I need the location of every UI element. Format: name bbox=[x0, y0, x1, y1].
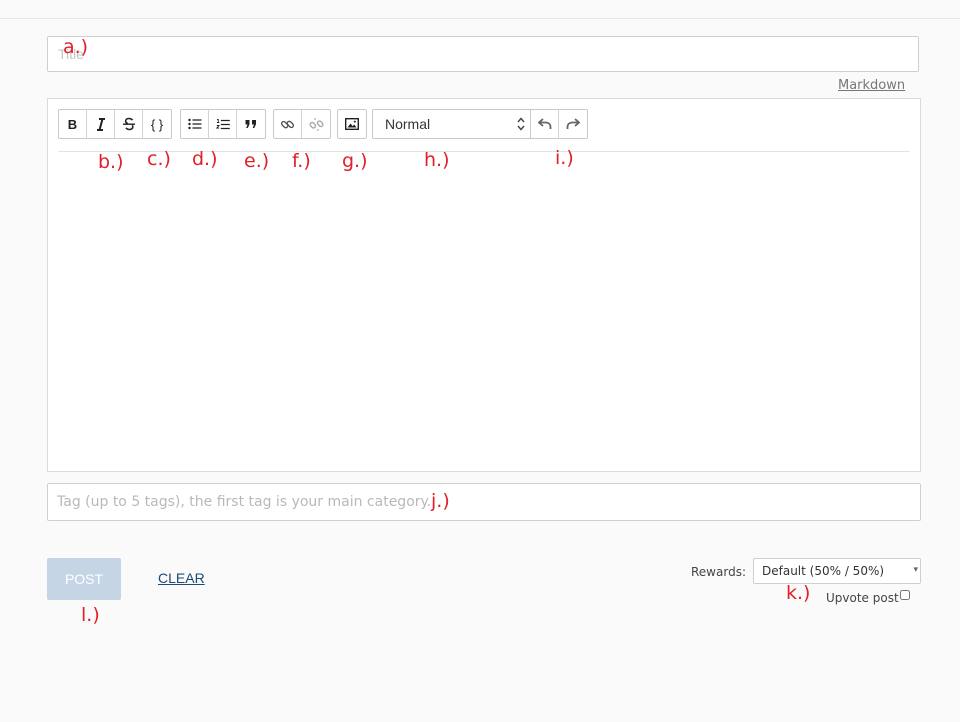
redo-icon bbox=[566, 118, 580, 129]
image-icon bbox=[345, 118, 359, 130]
chevron-down-icon: ▾ bbox=[913, 565, 918, 575]
link-group bbox=[273, 109, 331, 139]
code-icon: { } bbox=[150, 116, 164, 132]
rich-text-editor: B { } Normal bbox=[47, 98, 921, 472]
annotation-g: g.) bbox=[342, 150, 368, 172]
post-button[interactable]: POST bbox=[47, 558, 121, 600]
clear-button[interactable]: CLEAR bbox=[158, 570, 205, 586]
quote-button[interactable] bbox=[237, 110, 265, 138]
top-divider bbox=[0, 18, 960, 19]
annotation-i: i.) bbox=[555, 147, 574, 169]
block-format-group bbox=[180, 109, 266, 139]
editor-content-area[interactable] bbox=[58, 159, 910, 459]
annotation-j: j.) bbox=[431, 490, 450, 512]
upvote-checkbox[interactable] bbox=[900, 590, 910, 600]
numbered-list-icon bbox=[215, 118, 230, 129]
bold-icon: B bbox=[67, 116, 78, 132]
chevron-updown-icon bbox=[517, 117, 525, 131]
annotation-f: f.) bbox=[292, 150, 311, 172]
bullet-list-button[interactable] bbox=[181, 110, 209, 138]
redo-button[interactable] bbox=[559, 110, 587, 138]
undo-button[interactable] bbox=[531, 110, 559, 138]
markdown-toggle-link[interactable]: Markdown bbox=[838, 78, 905, 93]
unlink-icon bbox=[308, 117, 324, 131]
bullet-list-icon bbox=[187, 118, 201, 130]
annotation-l: l.) bbox=[81, 604, 100, 626]
heading-style-select[interactable]: Normal bbox=[372, 109, 536, 139]
strikethrough-icon bbox=[122, 117, 135, 131]
bold-button[interactable]: B bbox=[59, 110, 87, 138]
quote-icon bbox=[245, 120, 256, 128]
text-format-group: B { } bbox=[58, 109, 172, 139]
toolbar-divider bbox=[58, 151, 910, 152]
code-button[interactable]: { } bbox=[143, 110, 171, 138]
image-group bbox=[337, 109, 367, 139]
annotation-c: c.) bbox=[147, 148, 171, 170]
rewards-label: Rewards: bbox=[691, 565, 746, 579]
annotation-h: h.) bbox=[424, 149, 450, 171]
link-button[interactable] bbox=[274, 110, 302, 138]
italic-button[interactable] bbox=[87, 110, 115, 138]
rewards-value: Default (50% / 50%) bbox=[762, 564, 885, 578]
annotation-a: a.) bbox=[63, 36, 89, 58]
annotation-d: d.) bbox=[192, 148, 218, 170]
italic-icon bbox=[96, 117, 105, 131]
insert-image-button[interactable] bbox=[338, 110, 366, 138]
link-icon bbox=[280, 120, 295, 128]
strikethrough-button[interactable] bbox=[115, 110, 143, 138]
numbered-list-button[interactable] bbox=[209, 110, 237, 138]
annotation-k: k.) bbox=[786, 582, 811, 604]
history-group bbox=[530, 109, 588, 139]
unlink-button[interactable] bbox=[302, 110, 330, 138]
editor-toolbar: B { } Normal bbox=[58, 109, 910, 139]
undo-icon bbox=[537, 118, 551, 129]
heading-style-value: Normal bbox=[385, 116, 431, 132]
annotation-e: e.) bbox=[244, 150, 270, 172]
title-input[interactable] bbox=[47, 36, 919, 72]
upvote-label: Upvote post bbox=[826, 591, 899, 605]
tags-input[interactable] bbox=[47, 483, 921, 521]
rewards-select[interactable]: Default (50% / 50%) ▾ bbox=[753, 558, 921, 584]
annotation-b: b.) bbox=[98, 151, 124, 173]
